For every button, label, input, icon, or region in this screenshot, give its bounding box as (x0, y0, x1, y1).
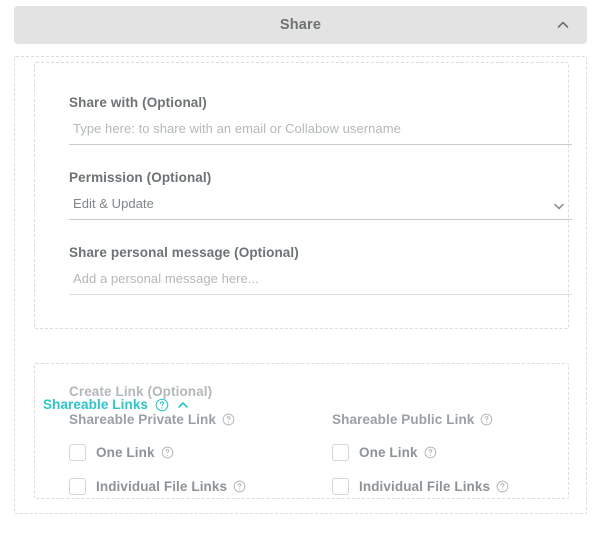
help-circle-icon[interactable] (424, 446, 437, 459)
create-link-container: Create Link (Optional) Shareable Private… (34, 363, 569, 499)
share-section-header[interactable]: Share (14, 6, 587, 44)
public-individual-file-links-row[interactable]: Individual File Links (332, 478, 509, 495)
public-one-link-label: One Link (359, 445, 418, 460)
page-title: Share (279, 17, 322, 33)
share-panel: Share Share with (Optional) Type here: t… (0, 0, 602, 551)
public-one-link-row[interactable]: One Link (332, 444, 509, 461)
shareable-public-link-heading: Shareable Public Link (332, 412, 509, 427)
public-individual-file-links-label: Individual File Links (359, 479, 491, 494)
create-link-label: Create Link (Optional) (69, 384, 213, 399)
private-one-link-label-group: One Link (96, 445, 174, 460)
private-one-link-checkbox[interactable] (69, 444, 86, 461)
share-with-input[interactable]: Type here: to share with an email or Col… (69, 121, 572, 145)
help-circle-icon[interactable] (496, 480, 509, 493)
private-one-link-label: One Link (96, 445, 155, 460)
personal-message-placeholder: Add a personal message here... (73, 271, 259, 286)
share-with-field-group: Share with (Optional) Type here: to shar… (69, 95, 572, 145)
permission-select[interactable]: Edit & Update (69, 196, 572, 220)
private-individual-file-links-checkbox[interactable] (69, 478, 86, 495)
share-body-container: Share with (Optional) Type here: to shar… (14, 56, 587, 514)
chevron-down-icon[interactable] (552, 199, 566, 213)
public-one-link-checkbox[interactable] (332, 444, 349, 461)
help-circle-icon[interactable] (480, 413, 493, 426)
private-individual-file-links-label-group: Individual File Links (96, 479, 246, 494)
shareable-public-link-column: Shareable Public Link One Link Individua… (332, 412, 509, 495)
share-form-container: Share with (Optional) Type here: to shar… (34, 62, 572, 329)
permission-label: Permission (Optional) (69, 170, 212, 185)
public-one-link-label-group: One Link (359, 445, 437, 460)
private-individual-file-links-label: Individual File Links (96, 479, 228, 494)
public-individual-file-links-label-group: Individual File Links (359, 479, 509, 494)
shareable-private-link-title: Shareable Private Link (69, 412, 217, 427)
shareable-private-link-column: Shareable Private Link One Link Individu… (69, 412, 246, 495)
share-with-label: Share with (Optional) (69, 95, 207, 110)
share-with-placeholder: Type here: to share with an email or Col… (73, 121, 401, 136)
personal-message-label: Share personal message (Optional) (69, 245, 299, 260)
permission-selected-value: Edit & Update (73, 196, 154, 211)
public-individual-file-links-checkbox[interactable] (332, 478, 349, 495)
personal-message-input[interactable]: Add a personal message here... (69, 271, 572, 295)
help-circle-icon[interactable] (222, 413, 235, 426)
help-circle-icon[interactable] (233, 480, 246, 493)
chevron-up-icon[interactable] (555, 17, 571, 33)
shareable-public-link-title: Shareable Public Link (332, 412, 475, 427)
private-one-link-row[interactable]: One Link (69, 444, 246, 461)
personal-message-field-group: Share personal message (Optional) Add a … (69, 245, 572, 295)
help-circle-icon[interactable] (161, 446, 174, 459)
private-individual-file-links-row[interactable]: Individual File Links (69, 478, 246, 495)
shareable-private-link-heading: Shareable Private Link (69, 412, 246, 427)
permission-field-group: Permission (Optional) Edit & Update (69, 170, 572, 220)
